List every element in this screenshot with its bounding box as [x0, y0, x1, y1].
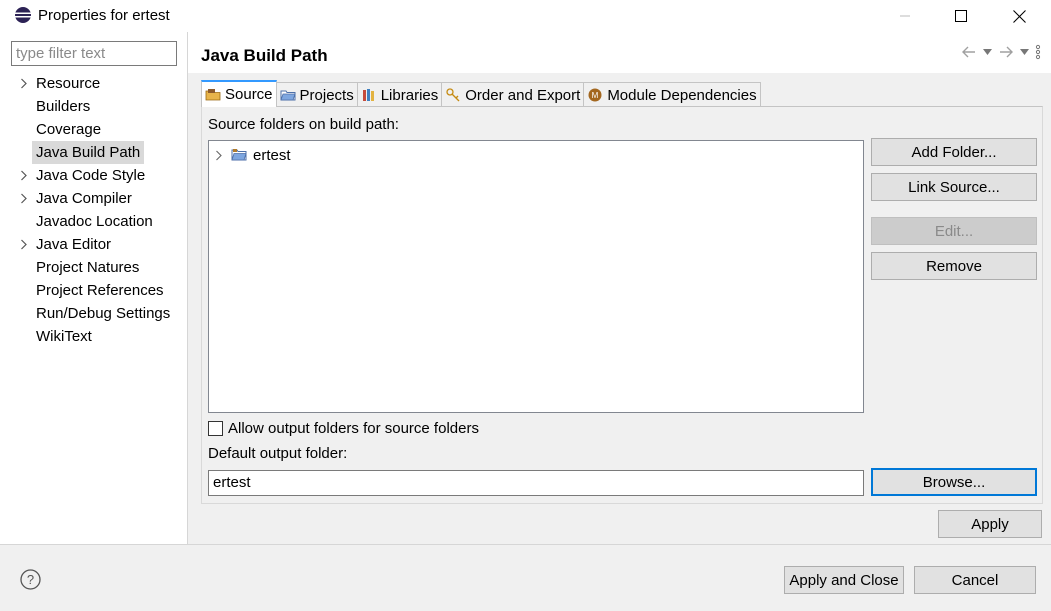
allow-output-folders-checkbox[interactable] [208, 421, 223, 436]
add-folder-button[interactable]: Add Folder... [871, 138, 1037, 166]
maximize-button[interactable] [932, 0, 990, 32]
allow-output-folders-option[interactable]: Allow output folders for source folders [208, 420, 479, 437]
tab-projects[interactable]: Projects [275, 82, 358, 107]
close-icon [1012, 9, 1026, 23]
minimize-icon [900, 15, 910, 17]
tree-item[interactable]: Builders [4, 95, 188, 118]
chevron-right-icon[interactable] [20, 72, 30, 95]
maximize-icon [955, 10, 967, 22]
tree-item-label: Coverage [36, 121, 102, 138]
history-controls [961, 44, 1041, 60]
title-bar: Properties for ertest [0, 0, 1051, 32]
tab-order-and-export[interactable]: Order and Export [441, 82, 585, 107]
build-path-tabs: Source Projects Libraries Order and Export M… [201, 80, 761, 107]
forward-dropdown-icon[interactable] [1020, 49, 1029, 55]
libraries-tab-icon [361, 87, 377, 103]
tree-item-label: Project Natures [36, 259, 140, 276]
chevron-right-icon[interactable] [20, 233, 30, 256]
tree-item[interactable]: Java Build Path [4, 141, 188, 164]
tree-item-label: Run/Debug Settings [36, 305, 171, 322]
tab-libraries[interactable]: Libraries [356, 82, 443, 107]
close-button[interactable] [990, 0, 1048, 32]
tab-label: Libraries [380, 86, 439, 104]
minimize-button[interactable] [876, 0, 934, 32]
tab-label: Order and Export [465, 86, 581, 104]
default-output-folder-label: Default output folder: [208, 445, 348, 462]
tree-item[interactable]: Java Editor [4, 233, 188, 256]
chevron-right-icon[interactable] [20, 187, 30, 210]
page-title: Java Build Path [201, 46, 328, 65]
chevron-right-icon[interactable] [215, 150, 227, 161]
tree-item-label: WikiText [36, 328, 92, 345]
tree-item-label: Java Compiler [36, 190, 132, 207]
source-tab-panel: Source folders on build path: ertest Add… [201, 106, 1043, 504]
tab-label: Projects [299, 86, 354, 104]
tree-item[interactable]: Run/Debug Settings [4, 302, 188, 325]
back-icon[interactable] [961, 45, 977, 59]
tree-item[interactable]: Java Compiler [4, 187, 188, 210]
link-source-button[interactable]: Link Source... [871, 173, 1037, 201]
edit-button[interactable]: Edit... [871, 217, 1037, 245]
source-folder-row[interactable]: ertest [215, 145, 291, 165]
package-folder-icon [231, 148, 247, 162]
tree-item[interactable]: Javadoc Location [4, 210, 188, 233]
tree-item-label: Project References [36, 282, 164, 299]
cancel-button[interactable]: Cancel [914, 566, 1036, 594]
tree-item-label: Java Editor [36, 236, 112, 253]
tab-label: Source [225, 86, 273, 103]
property-tree: Resource Builders Coverage Java Build Path J… [4, 72, 188, 348]
remove-button[interactable]: Remove [871, 252, 1037, 280]
browse-button[interactable]: Browse... [871, 468, 1037, 496]
tree-item[interactable]: Project Natures [4, 256, 188, 279]
forward-icon[interactable] [998, 45, 1014, 59]
filter-input[interactable] [11, 41, 177, 66]
module-dependencies-tab-icon: M [587, 87, 603, 103]
tab-label: Module Dependencies [607, 86, 757, 104]
eclipse-icon [15, 7, 31, 23]
apply-and-close-button[interactable]: Apply and Close [784, 566, 904, 594]
tree-item-label: Javadoc Location [36, 213, 153, 230]
tree-item[interactable]: WikiText [4, 325, 188, 348]
source-folders-list[interactable]: ertest [208, 140, 864, 413]
dialog-footer: ? Apply and Close Cancel [0, 544, 1051, 611]
order-export-tab-icon [445, 87, 461, 103]
default-output-folder-field[interactable]: ertest [208, 470, 864, 496]
projects-tab-icon [279, 87, 296, 103]
source-tab-icon [205, 87, 221, 103]
tree-item[interactable]: Resource [4, 72, 188, 95]
tree-item-label: Java Code Style [36, 167, 146, 184]
page-content: Java Build Path Source Projects Libraries O… [188, 32, 1051, 544]
help-icon[interactable]: ? [20, 569, 41, 590]
property-pages-pane: Resource Builders Coverage Java Build Path J… [4, 32, 188, 544]
tab-module-dependencies[interactable]: M Module Dependencies [583, 82, 761, 107]
source-folder-name: ertest [253, 146, 291, 164]
svg-text:?: ? [27, 572, 34, 587]
tab-source[interactable]: Source [201, 80, 277, 107]
tree-item[interactable]: Java Code Style [4, 164, 188, 187]
allow-output-folders-label: Allow output folders for source folders [228, 420, 479, 437]
chevron-right-icon[interactable] [20, 164, 30, 187]
source-folders-label: Source folders on build path: [208, 116, 399, 133]
window-title: Properties for ertest [38, 7, 170, 24]
tree-item-label: Resource [36, 75, 101, 92]
svg-text:M: M [592, 91, 599, 100]
back-dropdown-icon[interactable] [983, 49, 992, 55]
tree-item-label: Builders [36, 98, 91, 115]
tree-item[interactable]: Coverage [4, 118, 188, 141]
tree-item[interactable]: Project References [4, 279, 188, 302]
tree-item-label: Java Build Path [32, 141, 145, 164]
page-header: Java Build Path [188, 32, 1051, 73]
apply-button[interactable]: Apply [938, 510, 1042, 538]
view-menu-icon[interactable] [1035, 44, 1041, 60]
